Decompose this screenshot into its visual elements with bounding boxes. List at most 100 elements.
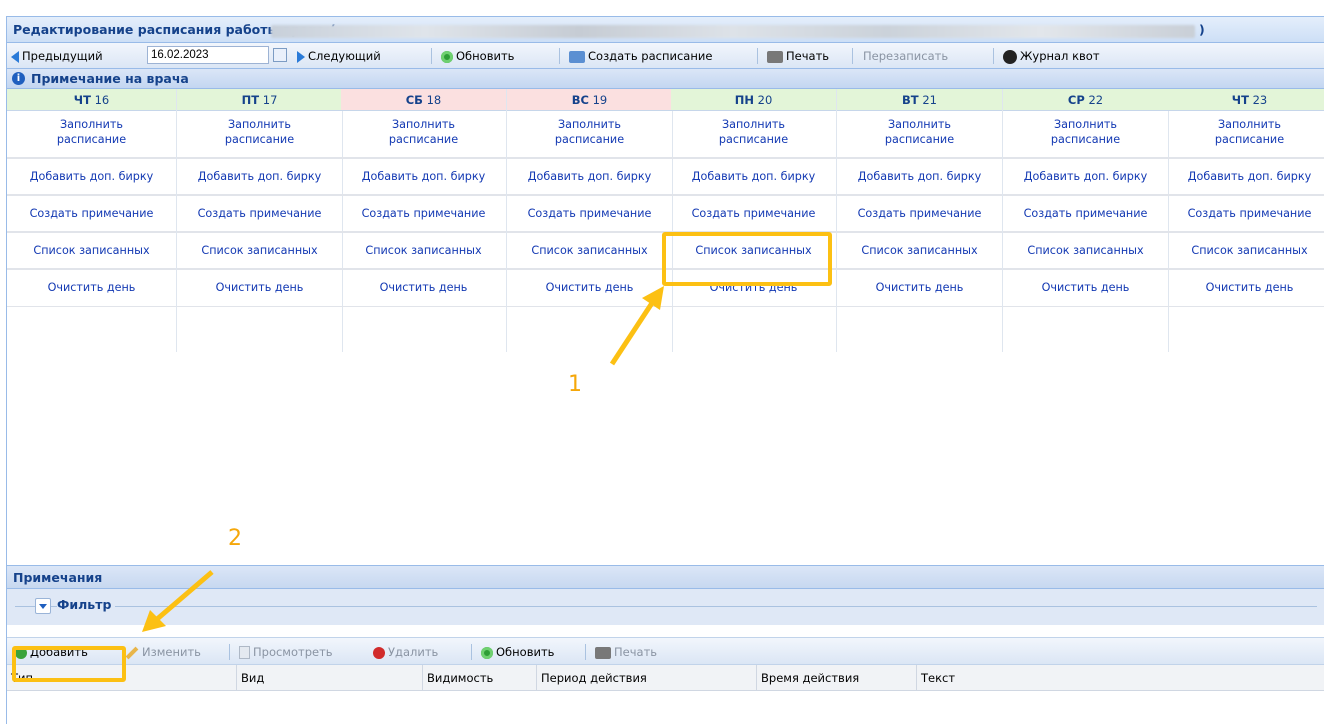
add-tag-link[interactable]: Добавить доп. бирку xyxy=(1167,159,1324,196)
day-columns: ЧТ 16 Заполнить расписание Добавить доп. би… xyxy=(7,89,1324,352)
day-number: 16 xyxy=(94,93,110,107)
column-visibility[interactable]: Видимость xyxy=(423,665,537,691)
view-note-button[interactable]: Просмотреть xyxy=(239,644,333,660)
doctor-note-label: Примечание на врача xyxy=(31,71,189,86)
clear-day-link[interactable]: Очистить день xyxy=(177,270,342,307)
fill-schedule-link[interactable]: Заполнить расписание xyxy=(1003,111,1168,159)
document-icon xyxy=(239,646,250,659)
fill-schedule-link[interactable]: Заполнить расписание xyxy=(341,111,506,159)
column-period[interactable]: Период действия xyxy=(537,665,757,691)
patients-list-link[interactable]: Список записанных xyxy=(837,233,1002,270)
add-tag-link[interactable]: Добавить доп. бирку xyxy=(7,159,176,196)
add-tag-link[interactable]: Добавить доп. бирку xyxy=(341,159,506,196)
highlight-add-button xyxy=(12,646,126,682)
highlight-create-note xyxy=(662,232,832,286)
notes-panel-header: Примечания xyxy=(7,565,1324,589)
column-kind[interactable]: Вид xyxy=(237,665,423,691)
create-schedule-label: Создать расписание xyxy=(588,49,713,63)
calendar-icon[interactable] xyxy=(273,48,287,62)
fill-schedule-link[interactable]: Заполнить расписание xyxy=(671,111,836,159)
next-button[interactable]: Следующий xyxy=(297,48,381,64)
journal-label: Журнал квот xyxy=(1020,49,1100,63)
column-time[interactable]: Время действия xyxy=(757,665,917,691)
column-text[interactable]: Текст xyxy=(917,665,1317,691)
create-note-link[interactable]: Создать примечание xyxy=(1003,196,1168,233)
patients-list-link[interactable]: Список записанных xyxy=(507,233,672,270)
add-tag-link[interactable]: Добавить доп. бирку xyxy=(1003,159,1168,196)
fill-schedule-link[interactable]: Заполнить расписание xyxy=(507,111,672,159)
create-note-link[interactable]: Создать примечание xyxy=(507,196,672,233)
filter-toggle[interactable] xyxy=(35,598,51,614)
patients-list-link[interactable]: Список записанных xyxy=(177,233,342,270)
print-label: Печать xyxy=(786,49,830,63)
day-header: ЧТ 23 xyxy=(1167,89,1324,111)
fieldset-line xyxy=(15,606,1317,607)
toolbar-separator xyxy=(431,48,432,64)
add-tag-link[interactable]: Добавить доп. бирку xyxy=(837,159,1002,196)
fill-schedule-line1: Заполнить xyxy=(1217,118,1282,131)
clear-day-link[interactable]: Очистить день xyxy=(837,270,1002,307)
fill-schedule-line1: Заполнить xyxy=(557,118,622,131)
clear-day-link[interactable]: Очистить день xyxy=(1167,270,1324,307)
edit-note-button[interactable]: Изменить xyxy=(125,644,201,660)
pencil-icon xyxy=(125,646,139,659)
rewrite-button[interactable]: Перезаписать xyxy=(863,48,948,64)
fill-schedule-line2: расписание xyxy=(388,133,459,146)
toolbar-separator xyxy=(559,48,560,64)
arrow-left-icon xyxy=(11,50,19,63)
patients-list-link[interactable]: Список записанных xyxy=(341,233,506,270)
edit-label: Изменить xyxy=(142,645,201,659)
add-tag-link[interactable]: Добавить доп. бирку xyxy=(507,159,672,196)
annotation-step-2: 2 xyxy=(228,526,242,551)
add-tag-link[interactable]: Добавить доп. бирку xyxy=(177,159,342,196)
fill-schedule-line1: Заполнить xyxy=(59,118,124,131)
toolbar-separator xyxy=(585,644,586,660)
print-button[interactable]: Печать xyxy=(767,48,829,64)
fill-schedule-link[interactable]: Заполнить расписание xyxy=(837,111,1002,159)
print-notes-button[interactable]: Печать xyxy=(595,644,657,660)
create-note-link[interactable]: Создать примечание xyxy=(177,196,342,233)
journal-button[interactable]: Журнал квот xyxy=(1003,48,1100,64)
create-note-link[interactable]: Создать примечание xyxy=(341,196,506,233)
create-note-link[interactable]: Создать примечание xyxy=(671,196,836,233)
clear-day-link[interactable]: Очистить день xyxy=(7,270,176,307)
clear-day-link[interactable]: Очистить день xyxy=(507,270,672,307)
day-header: СР 22 xyxy=(1003,89,1168,111)
toolbar-separator xyxy=(993,48,994,64)
next-label: Следующий xyxy=(308,49,381,63)
create-note-link[interactable]: Создать примечание xyxy=(1167,196,1324,233)
refresh-label: Обновить xyxy=(456,49,515,63)
fill-schedule-line2: расписание xyxy=(1214,133,1285,146)
fill-schedule-line1: Заполнить xyxy=(391,118,456,131)
add-tag-link[interactable]: Добавить доп. бирку xyxy=(671,159,836,196)
day-header: ВТ 21 xyxy=(837,89,1002,111)
create-note-link[interactable]: Создать примечание xyxy=(837,196,1002,233)
filter-fieldset: Фильтр xyxy=(7,589,1324,625)
patients-list-link[interactable]: Список записанных xyxy=(1167,233,1324,270)
fill-schedule-link[interactable]: Заполнить расписание xyxy=(177,111,342,159)
fill-schedule-line2: расписание xyxy=(554,133,625,146)
patients-list-link[interactable]: Список записанных xyxy=(7,233,176,270)
create-note-link[interactable]: Создать примечание xyxy=(7,196,176,233)
patients-list-link[interactable]: Список записанных xyxy=(1003,233,1168,270)
create-schedule-button[interactable]: Создать расписание xyxy=(569,48,712,64)
delete-icon xyxy=(373,646,385,659)
day-column: СР 22 Заполнить расписание Добавить доп. би… xyxy=(1003,89,1169,352)
fill-schedule-line2: расписание xyxy=(56,133,127,146)
refresh-notes-button[interactable]: Обновить xyxy=(481,644,554,660)
day-header: ЧТ 16 xyxy=(7,89,176,111)
day-of-week: СР xyxy=(1067,93,1085,107)
date-field[interactable] xyxy=(147,46,269,64)
delete-note-button[interactable]: Удалить xyxy=(373,644,438,660)
fill-schedule-link[interactable]: Заполнить расписание xyxy=(7,111,176,159)
day-column: ВС 19 Заполнить расписание Добавить доп. би… xyxy=(507,89,673,352)
toolbar-separator xyxy=(852,48,853,64)
clear-day-link[interactable]: Очистить день xyxy=(341,270,506,307)
refresh-icon xyxy=(481,646,493,659)
prev-button[interactable]: Предыдущий xyxy=(11,48,103,64)
info-icon: i xyxy=(12,72,25,85)
clear-day-link[interactable]: Очистить день xyxy=(1003,270,1168,307)
fill-schedule-link[interactable]: Заполнить расписание xyxy=(1167,111,1324,159)
refresh-button[interactable]: Обновить xyxy=(441,48,514,64)
view-label: Просмотреть xyxy=(253,645,333,659)
